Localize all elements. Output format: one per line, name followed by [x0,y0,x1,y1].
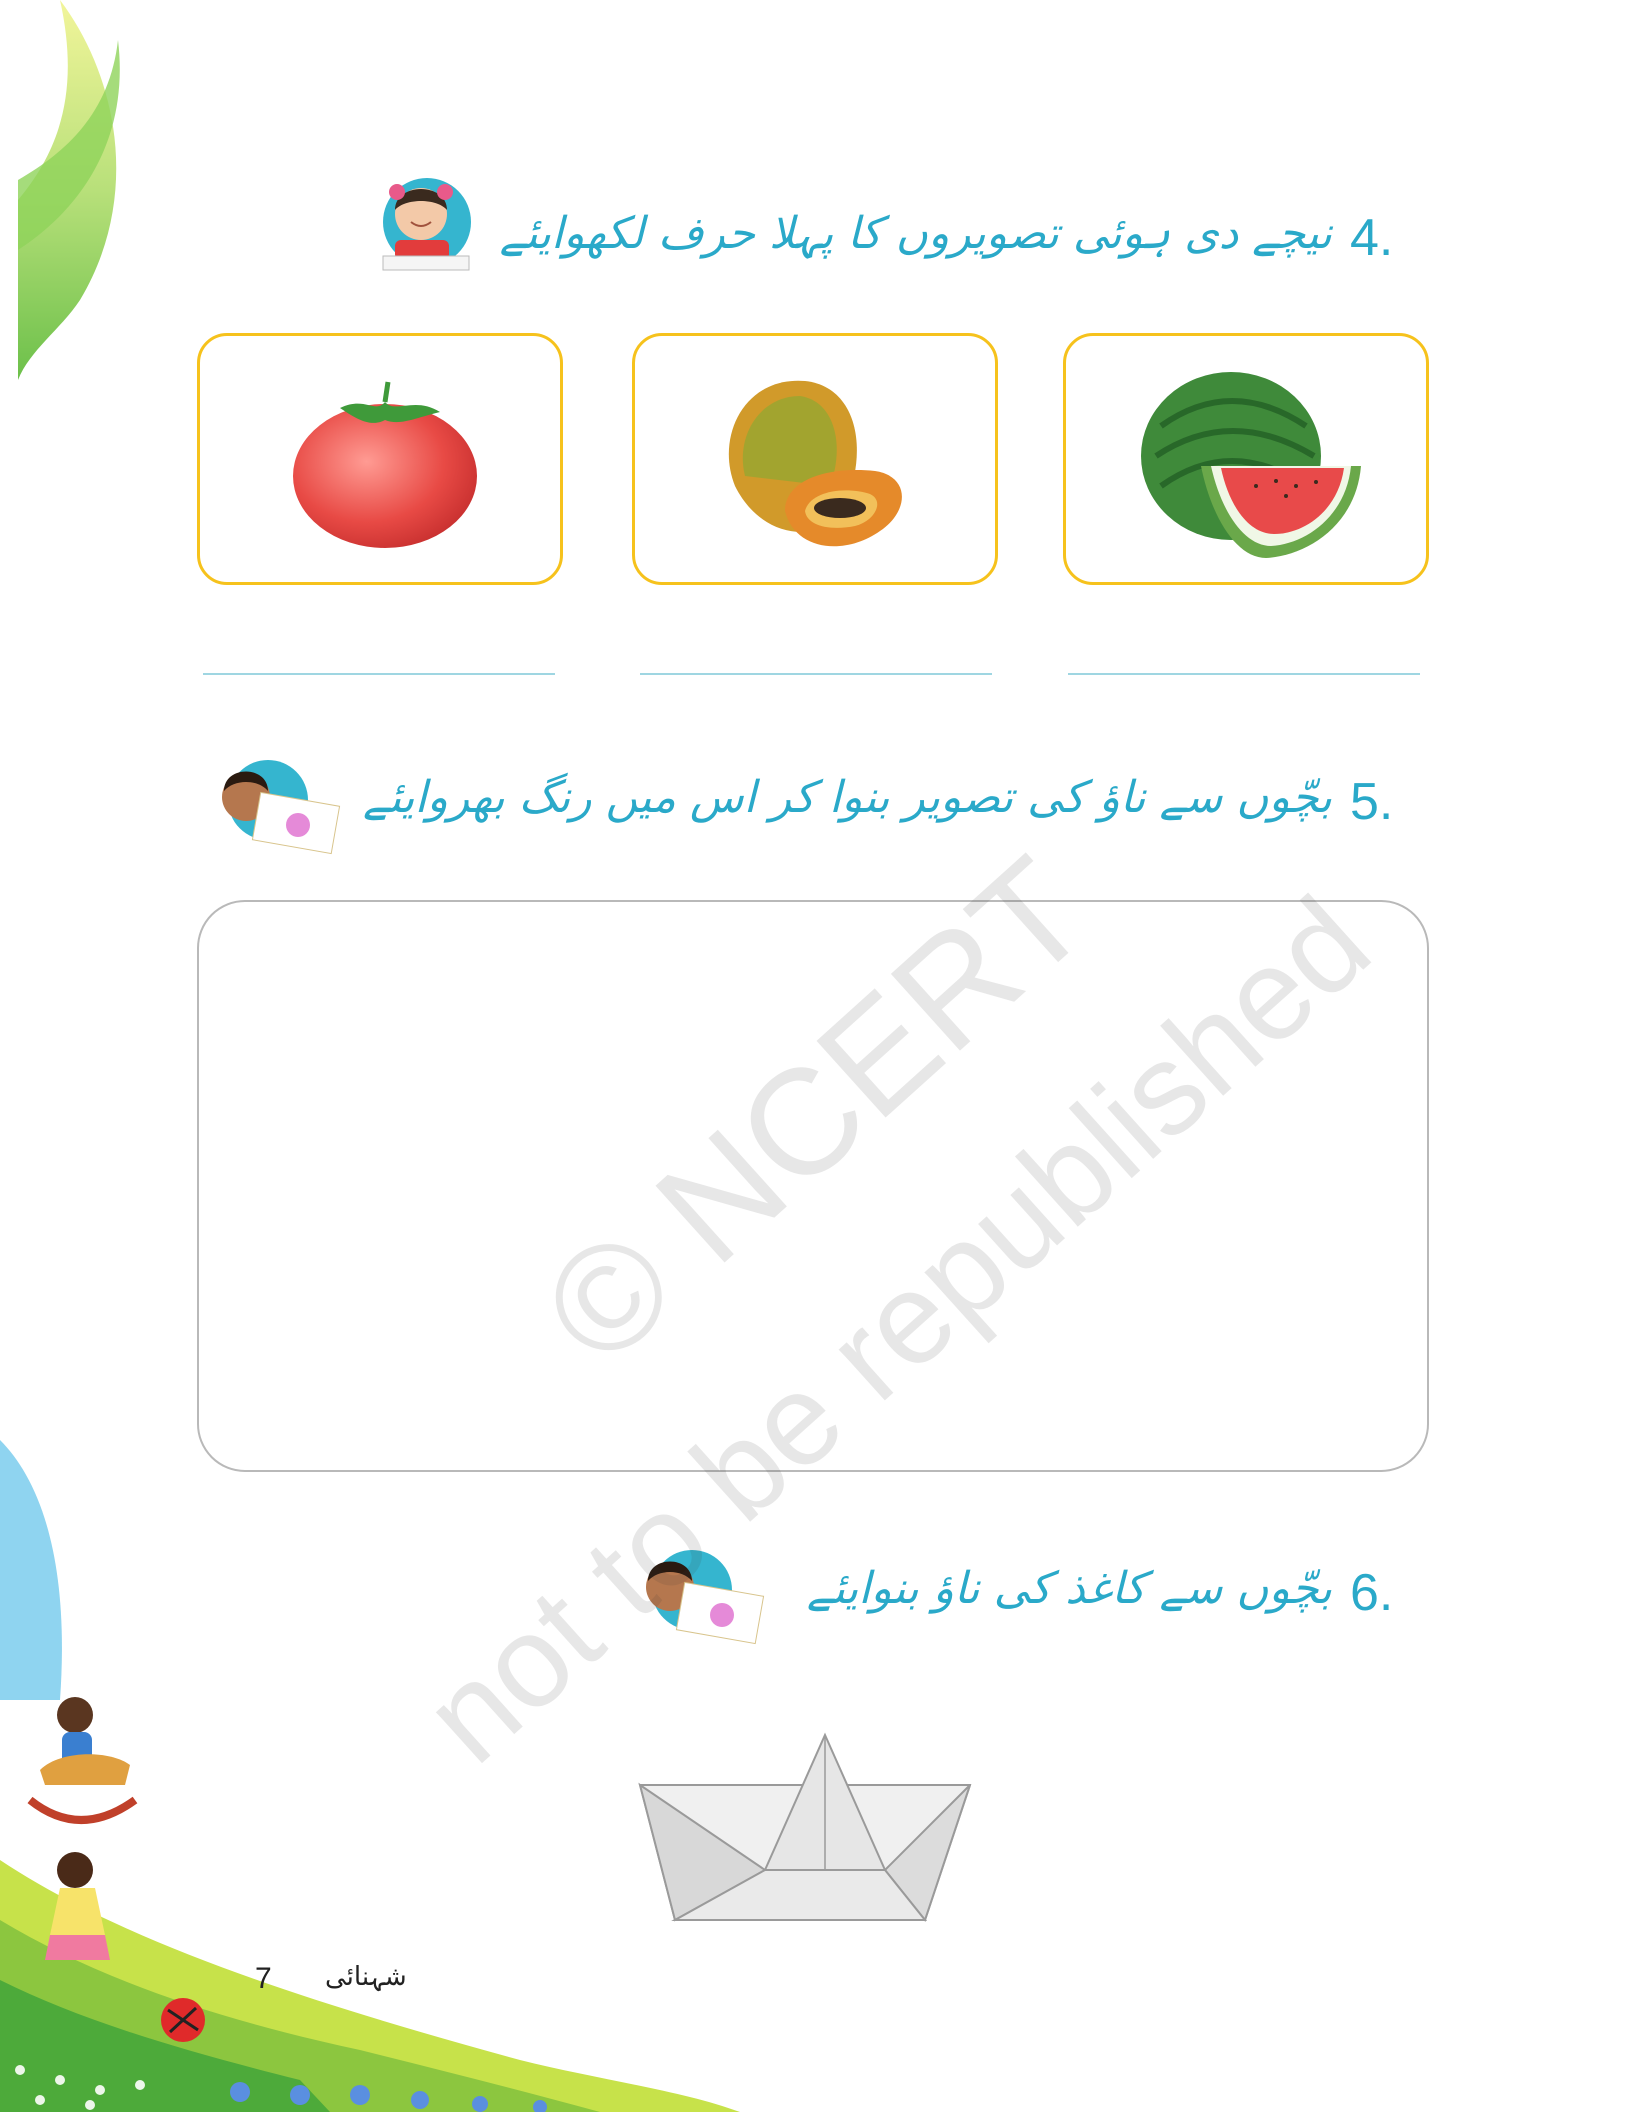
picture-card-papaya [632,333,998,585]
picture-card-watermelon [1063,333,1429,585]
page-number: 7 [255,1962,272,1995]
picture-card-tomato [197,333,563,585]
book-title: شہنائی [325,1962,407,1992]
answer-line-1[interactable] [203,673,555,675]
papaya-icon [728,380,902,547]
boy-drawing-icon [222,760,341,855]
watermelon-icon [1141,372,1361,558]
drawing-area[interactable] [197,900,1429,1472]
playground-decoration [0,1440,740,2112]
green-leaf-decoration [18,0,120,380]
question-5-number: 5. [1350,773,1394,831]
answer-line-3[interactable] [1068,673,1420,675]
question-6-text: بچّوں سے کاغذ کی ناؤ بنوایئے [806,1563,1332,1614]
question-4-text: نیچے دی ہوئی تصویروں کا پہلا حرف لکھوایئ… [499,208,1332,259]
question-4-number: 4. [1350,209,1394,267]
girl-reading-icon [382,178,471,271]
tomato-icon [293,381,477,548]
answer-line-2[interactable] [640,673,992,675]
question-5-text: بچّوں سے ناؤ کی تصویر بنوا کر اس میں رنگ… [363,772,1332,823]
question-6-number: 6. [1350,1564,1394,1622]
